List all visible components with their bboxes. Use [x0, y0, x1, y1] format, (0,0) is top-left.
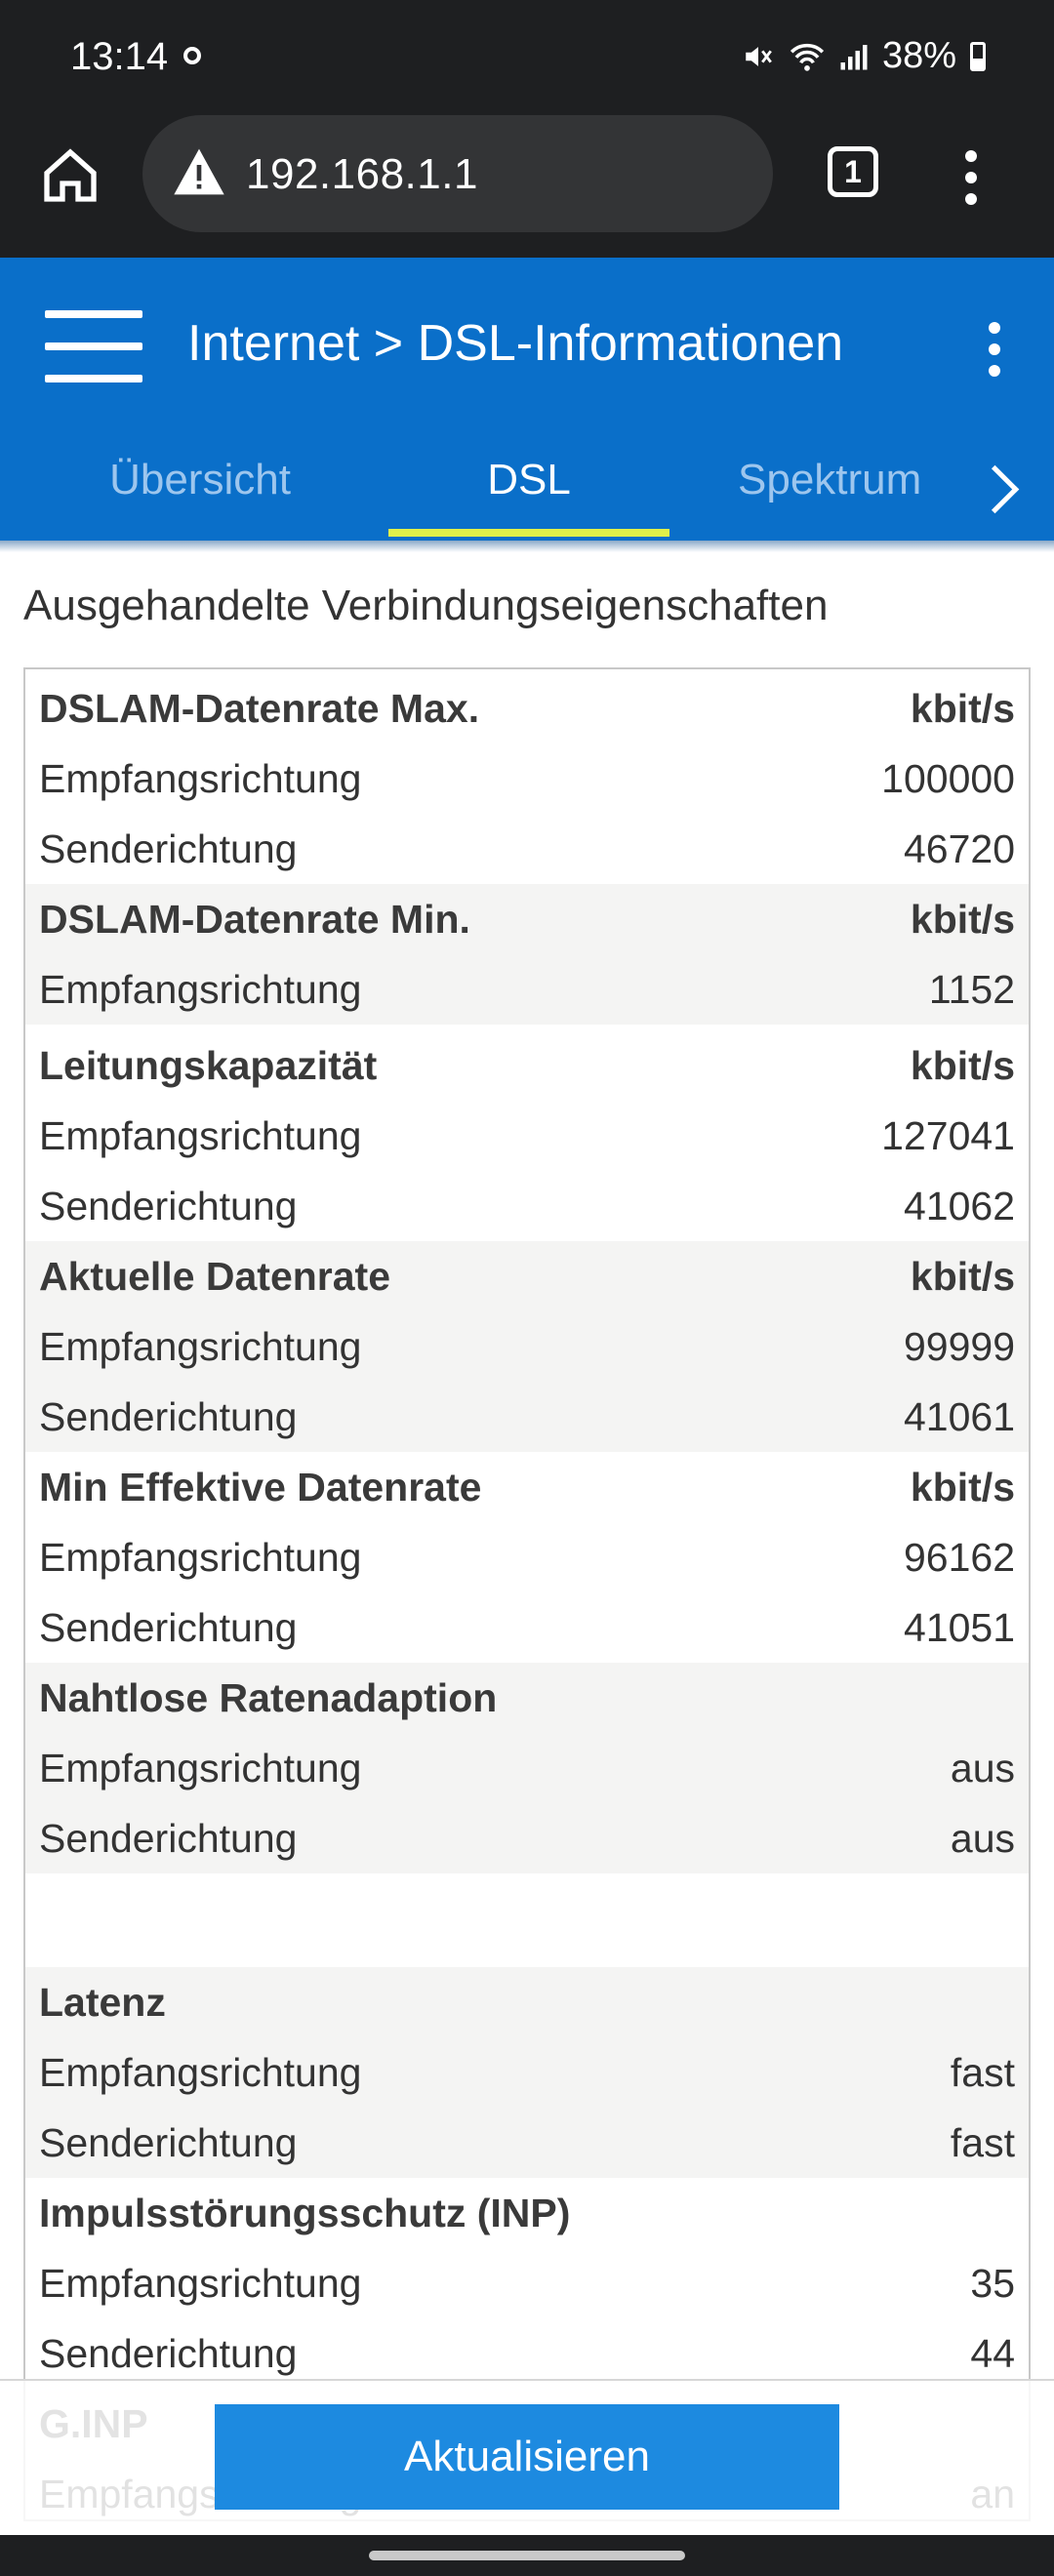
row-label: Empfangsrichtung [39, 1113, 362, 1158]
status-bar: 13:14 38% [0, 0, 1054, 115]
row-label: Senderichtung [39, 1816, 298, 1861]
table-row: Empfangsrichtung 127041 [25, 1101, 1029, 1171]
row-label: Empfangsrichtung [39, 967, 362, 1012]
row-value: kbit/s [910, 1043, 1015, 1088]
table-row: Senderichtung fast [25, 2108, 1029, 2178]
row-label: Aktuelle Datenrate [39, 1254, 391, 1299]
button-bar: Aktualisieren [0, 2379, 1054, 2537]
row-value: 1152 [928, 967, 1015, 1012]
row-value: kbit/s [910, 1465, 1015, 1509]
row-label: Empfangsrichtung [39, 756, 362, 801]
row-label: Leitungskapazität [39, 1043, 378, 1088]
row-label: Senderichtung [39, 1184, 298, 1228]
warning-icon[interactable] [172, 146, 226, 197]
table-group-header: Leitungskapazität kbit/s [25, 1030, 1029, 1101]
battery-percent: 38% [881, 35, 956, 76]
update-button[interactable]: Aktualisieren [215, 2404, 839, 2510]
row-value: 100000 [881, 756, 1015, 801]
table-group-header: Min Effektive Datenrate kbit/s [25, 1452, 1029, 1522]
system-nav-bar [0, 2535, 1054, 2576]
section-title: Ausgehandelte Verbindungseigenschaften [23, 582, 829, 629]
address-bar[interactable]: 192.168.1.1 [142, 115, 773, 232]
row-value: fast [950, 2120, 1015, 2165]
row-label: Empfangsrichtung [39, 1324, 362, 1369]
home-icon[interactable] [39, 144, 101, 207]
mute-icon [746, 46, 772, 66]
page-menu-icon[interactable] [988, 322, 1001, 386]
table-row: Empfangsrichtung 1152 [25, 954, 1029, 1025]
table-row: Empfangsrichtung 99999 [25, 1311, 1029, 1382]
row-label: Senderichtung [39, 1605, 298, 1650]
row-value: aus [950, 1816, 1015, 1861]
row-value: 41061 [903, 1394, 1015, 1439]
row-label: DSLAM-Datenrate Min. [39, 897, 470, 942]
battery-icon [970, 41, 986, 71]
row-value: aus [950, 1746, 1015, 1791]
row-value: 41062 [903, 1184, 1015, 1228]
header-shadow [0, 541, 1054, 552]
row-value: 35 [970, 2261, 1015, 2306]
tab-switcher-button[interactable]: 1 [828, 146, 878, 197]
status-icons: 38% [742, 35, 986, 77]
table-row: Empfangsrichtung 35 [25, 2248, 1029, 2318]
table-row: Empfangsrichtung fast [25, 2037, 1029, 2108]
table-group-header: DSLAM-Datenrate Max. kbit/s [25, 673, 1029, 744]
table-row: Empfangsrichtung 100000 [25, 744, 1029, 814]
chevron-right-icon[interactable] [970, 464, 1020, 514]
row-label: Latenz [39, 1980, 166, 2025]
url-text[interactable]: 192.168.1.1 [246, 150, 478, 199]
browser-toolbar: 192.168.1.1 1 [0, 115, 1054, 258]
table-group-header: Aktuelle Datenrate kbit/s [25, 1241, 1029, 1311]
row-label: Senderichtung [39, 826, 298, 871]
row-value: 41051 [903, 1605, 1015, 1650]
tab-dsl[interactable]: DSL [388, 431, 669, 541]
row-value: kbit/s [910, 897, 1015, 942]
row-label: DSLAM-Datenrate Max. [39, 686, 480, 731]
active-tab-indicator [388, 529, 669, 537]
row-label: Senderichtung [39, 1394, 298, 1439]
row-label: Empfangsrichtung [39, 1535, 362, 1580]
tab-spektrum[interactable]: Spektrum [738, 431, 947, 541]
row-label: Senderichtung [39, 2120, 298, 2165]
row-value: kbit/s [910, 1254, 1015, 1299]
row-value: 96162 [903, 1535, 1015, 1580]
table-row: Senderichtung aus [25, 1803, 1029, 1873]
browser-menu-icon[interactable] [964, 150, 978, 215]
row-value: kbit/s [910, 686, 1015, 731]
row-label: Empfangsrichtung [39, 2050, 362, 2095]
gesture-handle[interactable] [369, 2551, 685, 2560]
table-row: Senderichtung 41061 [25, 1382, 1029, 1452]
table-group-header: Nahtlose Ratenadaption [25, 1663, 1029, 1733]
tab-bar: Übersicht DSL Spektrum [0, 431, 1054, 541]
table-row: Senderichtung 41062 [25, 1171, 1029, 1241]
table-group-header: Impulsstörungsschutz (INP) [25, 2178, 1029, 2248]
row-value: 99999 [903, 1324, 1015, 1369]
breadcrumb: Internet > DSL-Informationen [187, 315, 844, 372]
connection-properties-table: DSLAM-Datenrate Max. kbit/s Empfangsrichtu… [23, 667, 1031, 2521]
row-label: Empfangsrichtung [39, 1746, 362, 1791]
row-value: 127041 [881, 1113, 1015, 1158]
app-header: Internet > DSL-Informationen Übersicht D… [0, 258, 1054, 541]
notification-dot-icon [183, 47, 201, 64]
table-group-header: Latenz [25, 1967, 1029, 2037]
hamburger-menu-icon[interactable] [45, 310, 142, 384]
row-value: 46720 [903, 826, 1015, 871]
table-group-header: DSLAM-Datenrate Min. kbit/s [25, 884, 1029, 954]
row-label: Empfangsrichtung [39, 2261, 362, 2306]
signal-icon [840, 44, 868, 69]
wifi-icon [790, 43, 825, 71]
table-row: Senderichtung 46720 [25, 814, 1029, 884]
tab-uebersicht[interactable]: Übersicht [59, 431, 342, 541]
row-label: Min Effektive Datenrate [39, 1465, 482, 1509]
table-row: Empfangsrichtung 96162 [25, 1522, 1029, 1592]
row-label: Nahtlose Ratenadaption [39, 1675, 498, 1720]
table-row: Senderichtung 41051 [25, 1592, 1029, 1663]
table-spacer [25, 1873, 1029, 1967]
clock: 13:14 [70, 35, 169, 78]
table-row: Empfangsrichtung aus [25, 1733, 1029, 1803]
row-label: Impulsstörungsschutz (INP) [39, 2191, 571, 2235]
row-value: fast [950, 2050, 1015, 2095]
